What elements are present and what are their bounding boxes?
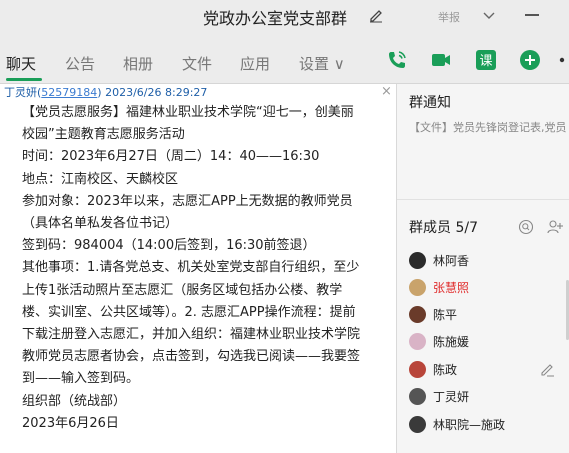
- window-title: 党政办公室党支部群: [203, 9, 348, 28]
- chat-panel: 丁灵妍(52579184) 2023/6/26 8:29:27 × 【党员志愿服…: [0, 84, 396, 453]
- tab-bar: 聊天 公告 相册 文件 应用 设置 ∨ 课: [0, 45, 569, 83]
- message-line: 楼、实训室、公共区域等）。2. 志愿汇APP操作流程：提前: [22, 304, 356, 320]
- message-body: 【党员志愿服务】福建林业职业技术学院“迎七一，创美丽 校园”主题教育志愿服务活动…: [22, 102, 388, 435]
- tab-settings[interactable]: 设置 ∨: [299, 53, 345, 74]
- member-item[interactable]: 张慧照: [409, 278, 569, 300]
- message-line: 到——输入签到码。: [22, 371, 140, 387]
- message-line: 2023年6月26日: [22, 415, 119, 431]
- member-item[interactable]: 陈政: [409, 360, 569, 382]
- report-button[interactable]: 举报: [438, 9, 460, 25]
- add-icon[interactable]: [519, 49, 541, 71]
- member-name: 陈施媛: [433, 335, 470, 349]
- edit-member-icon[interactable]: [540, 362, 555, 377]
- message-line: 下载注册登入志愿汇，并加入组织：福建林业职业技术学院: [22, 327, 361, 343]
- avatar: [409, 333, 426, 350]
- member-name: 陈政: [433, 363, 458, 377]
- sender-name[interactable]: 丁灵妍: [4, 86, 37, 99]
- message-line: 校园”主题教育志愿服务活动: [22, 127, 185, 143]
- group-notice-text[interactable]: 【文件】党员先锋岗登记表,党员: [409, 119, 567, 135]
- add-member-icon[interactable]: [547, 219, 563, 235]
- tab-files[interactable]: 文件: [182, 53, 212, 74]
- tab-album[interactable]: 相册: [123, 53, 153, 74]
- member-name: 丁灵妍: [433, 390, 470, 404]
- svg-text:课: 课: [479, 54, 492, 69]
- avatar: [409, 306, 426, 323]
- sender-id-link[interactable]: 52579184: [41, 86, 97, 99]
- tab-chat[interactable]: 聊天: [6, 53, 36, 74]
- more-icon[interactable]: [556, 49, 569, 71]
- member-name: 陈平: [433, 308, 458, 322]
- avatar: [409, 388, 426, 405]
- video-call-icon[interactable]: [430, 49, 452, 71]
- message-line: 时间：2023年6月27日（周二）14：40——16:30: [22, 149, 320, 165]
- close-icon[interactable]: ×: [381, 84, 392, 99]
- title-bar: 党政办公室党支部群 举报: [0, 0, 569, 34]
- member-name: 张慧照: [433, 281, 470, 295]
- avatar: [409, 279, 426, 296]
- message-timestamp: 2023/6/26 8:29:27: [105, 86, 208, 99]
- tab-apps[interactable]: 应用: [240, 53, 270, 74]
- message-line: 组织部（统战部）: [22, 393, 127, 409]
- member-name: 林阿香: [433, 254, 470, 268]
- member-item[interactable]: 陈施媛: [409, 332, 569, 354]
- minimize-button[interactable]: [525, 14, 539, 16]
- active-tab-indicator: [6, 78, 42, 81]
- avatar: [409, 416, 426, 433]
- message-line: 参加对象：2023年以来，志愿汇APP上无数据的教师党员: [22, 193, 353, 209]
- group-notice-title[interactable]: 群通知: [409, 92, 451, 112]
- members-title: 群成员 5/7: [409, 220, 478, 236]
- member-item[interactable]: 丁灵妍: [409, 387, 569, 409]
- message-line: 上传1张活动照片至志愿汇（服务区域包括办公楼、教学: [22, 282, 343, 298]
- avatar: [409, 361, 426, 378]
- edit-title-icon[interactable]: [368, 7, 384, 23]
- message-line: 【党员志愿服务】福建林业职业技术学院“迎七一，创美丽: [22, 105, 354, 120]
- voice-call-icon[interactable]: [386, 49, 408, 71]
- search-members-icon[interactable]: [518, 219, 534, 235]
- group-info-panel: 群通知 【文件】党员先锋岗登记表,党员 群成员 5/7 林阿香 张慧照 陈平 陈…: [397, 84, 569, 453]
- member-item[interactable]: 林职院—施政: [409, 415, 569, 437]
- divider: [397, 199, 569, 200]
- message-line: 其他事项：1.请各党总支、机关处室党支部自行组织，至少: [22, 260, 360, 276]
- course-icon[interactable]: 课: [475, 49, 497, 71]
- message-line: 教师党员志愿者协会，点击签到，勾选我已阅读——我要签: [22, 349, 361, 365]
- message-line: （具体名单私发各位书记）: [22, 216, 179, 232]
- member-item[interactable]: 陈平: [409, 305, 569, 327]
- message-header: 丁灵妍(52579184) 2023/6/26 8:29:27: [4, 86, 208, 99]
- message-line: 地点：江南校区、天麟校区: [22, 171, 179, 187]
- tab-announcement[interactable]: 公告: [65, 53, 95, 74]
- chevron-down-icon[interactable]: [482, 8, 496, 22]
- message-line: 签到码：984004（14:00后签到，16:30前签退）: [22, 238, 316, 254]
- member-item[interactable]: 林阿香: [409, 251, 569, 273]
- member-name: 林职院—施政: [433, 418, 506, 432]
- avatar: [409, 252, 426, 269]
